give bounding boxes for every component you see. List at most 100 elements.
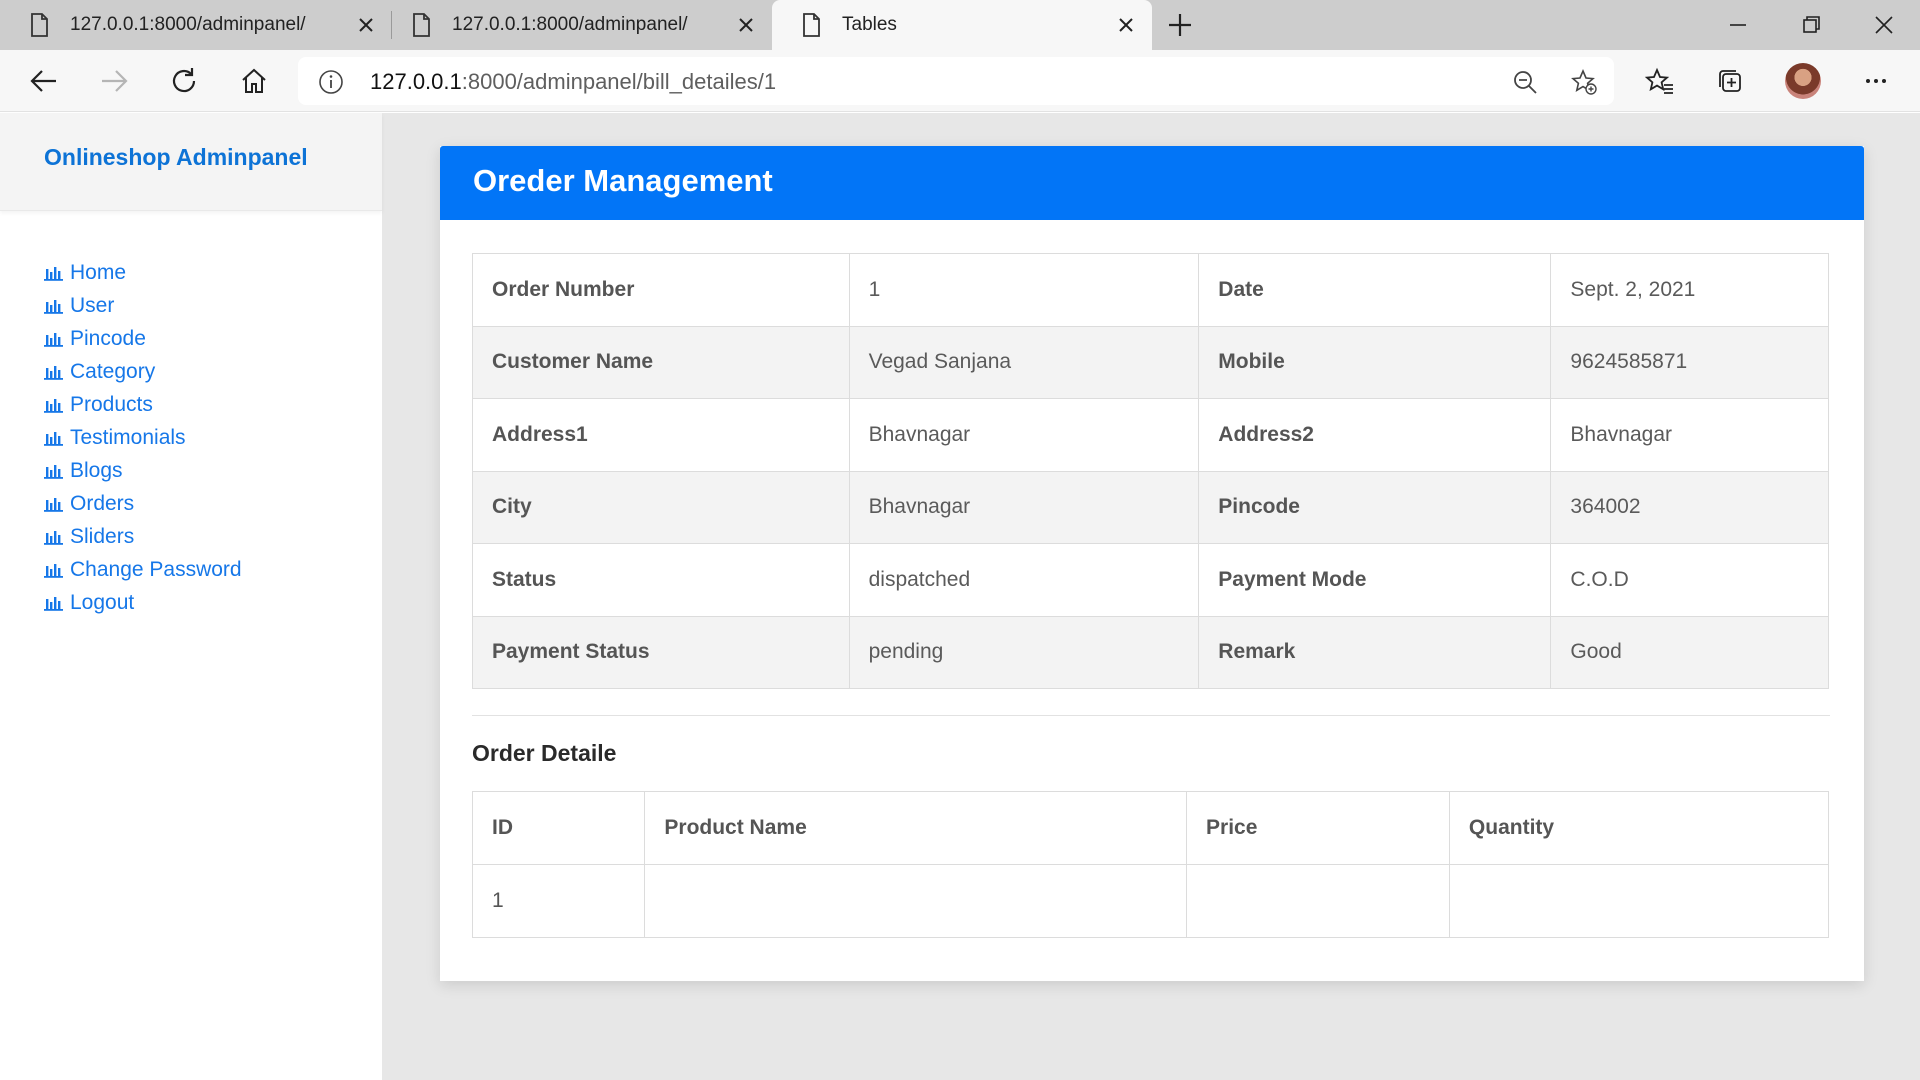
add-favorite-icon[interactable] [1570, 68, 1598, 96]
field-label: Payment Status [472, 615, 850, 689]
minimize-icon[interactable] [1724, 11, 1752, 39]
field-label: Date [1198, 253, 1552, 327]
bar-chart-icon [44, 266, 63, 281]
field-label: Remark [1198, 615, 1552, 689]
sidebar-item-label: Blogs [70, 458, 123, 482]
table-header-row: ID Product Name Price Quantity [471, 791, 1830, 865]
bar-chart-icon [44, 497, 63, 512]
order-card: Oreder Management Order Number 1 Date Sept.… [440, 146, 1864, 981]
field-value: Vegad Sanjana [848, 325, 1200, 399]
close-window-icon[interactable] [1870, 11, 1898, 39]
field-label: Pincode [1198, 470, 1552, 544]
field-value: 1 [848, 253, 1200, 327]
browser-tab-1[interactable]: 127.0.0.1:8000/adminpanel/ [0, 0, 390, 50]
page-title: Oreder Management [473, 163, 773, 198]
sidebar-item-category[interactable]: Category [44, 355, 382, 388]
home-icon[interactable] [238, 65, 270, 97]
sidebar-item-label: Products [70, 392, 153, 416]
browser-tab-3[interactable]: Tables [772, 0, 1152, 50]
cell-product [644, 864, 1188, 938]
sidebar-item-label: Change Password [70, 557, 242, 581]
cell-id: 1 [471, 864, 646, 938]
bar-chart-icon [44, 464, 63, 479]
sidebar-item-label: Sliders [70, 524, 135, 548]
card-header: Oreder Management [440, 146, 1864, 220]
page-icon [803, 13, 820, 37]
field-value: 364002 [1550, 470, 1829, 544]
field-label: Mobile [1198, 325, 1552, 399]
order-info-table: Order Number 1 Date Sept. 2, 2021 Customer N… [472, 253, 1829, 689]
card-body: Order Number 1 Date Sept. 2, 2021 Customer N… [440, 220, 1864, 938]
field-value: Sept. 2, 2021 [1550, 253, 1829, 327]
bar-chart-icon [44, 596, 63, 611]
sidebar-item-blogs[interactable]: Blogs [44, 454, 382, 487]
table-row: 1 [471, 864, 1830, 938]
table-row: City Bhavnagar Pincode 364002 [472, 470, 1829, 544]
field-value: Bhavnagar [1550, 398, 1829, 472]
sidebar-item-pincode[interactable]: Pincode [44, 322, 382, 355]
sidebar-item-label: Testimonials [70, 425, 186, 449]
sidebar: Onlineshop Adminpanel Home User Pincode Cat… [0, 113, 382, 1080]
sidebar-item-logout[interactable]: Logout [44, 586, 382, 619]
field-value: Good [1550, 615, 1829, 689]
cell-qty [1448, 864, 1830, 938]
address-bar[interactable]: 127.0.0.1:8000/adminpanel/bill_detailes/… [298, 57, 1614, 105]
sidebar-item-sliders[interactable]: Sliders [44, 520, 382, 553]
sidebar-brand[interactable]: Onlineshop Adminpanel [0, 113, 382, 211]
sidebar-item-label: Category [70, 359, 156, 383]
new-tab-icon[interactable] [1166, 11, 1194, 39]
field-label: Address1 [472, 398, 850, 472]
page-icon [31, 13, 48, 37]
table-row: Status dispatched Payment Mode C.O.D [472, 543, 1829, 617]
url-host: 127.0.0.1 [370, 69, 462, 94]
sidebar-item-label: Orders [70, 491, 135, 515]
sidebar-item-label: Pincode [70, 326, 146, 350]
close-tab-icon[interactable] [1114, 13, 1138, 37]
forward-icon[interactable] [98, 65, 130, 97]
profile-avatar[interactable] [1785, 63, 1821, 99]
sidebar-item-label: Home [70, 260, 127, 284]
field-value: pending [848, 615, 1200, 689]
info-icon[interactable] [318, 69, 344, 95]
sidebar-item-products[interactable]: Products [44, 388, 382, 421]
sidebar-item-orders[interactable]: Orders [44, 487, 382, 520]
field-label: City [472, 470, 850, 544]
sidebar-item-home[interactable]: Home [44, 256, 382, 289]
field-label: Customer Name [472, 325, 850, 399]
close-tab-icon[interactable] [354, 13, 378, 37]
back-icon[interactable] [28, 65, 60, 97]
field-value: 9624585871 [1550, 325, 1829, 399]
sidebar-item-label: Logout [70, 590, 135, 614]
field-value: C.O.D [1550, 543, 1829, 617]
sidebar-item-change-password[interactable]: Change Password [44, 553, 382, 586]
sidebar-item-user[interactable]: User [44, 289, 382, 322]
bar-chart-icon [44, 530, 63, 545]
section-title: Order Detaile [472, 740, 617, 766]
zoom-out-icon[interactable] [1512, 69, 1538, 95]
field-value: Bhavnagar [848, 470, 1200, 544]
close-tab-icon[interactable] [734, 13, 758, 37]
column-header: Product Name [644, 791, 1188, 865]
collections-icon[interactable] [1714, 65, 1746, 97]
sidebar-item-testimonials[interactable]: Testimonials [44, 421, 382, 454]
page-icon [413, 13, 430, 37]
more-icon[interactable] [1860, 65, 1892, 97]
divider [472, 715, 1830, 716]
table-row: Order Number 1 Date Sept. 2, 2021 [472, 253, 1829, 327]
page-content: Onlineshop Adminpanel Home User Pincode Cat… [0, 113, 1920, 1080]
restore-icon[interactable] [1797, 11, 1825, 39]
field-label: Order Number [472, 253, 850, 327]
field-value: dispatched [848, 543, 1200, 617]
favorites-icon[interactable] [1644, 65, 1676, 97]
url-path: :8000/adminpanel/bill_detailes/1 [461, 69, 777, 94]
browser-tab-2[interactable]: 127.0.0.1:8000/adminpanel/ [380, 0, 770, 50]
order-items-table: ID Product Name Price Quantity 1 [471, 791, 1830, 938]
url-text[interactable]: 127.0.0.1:8000/adminpanel/bill_detailes/… [370, 69, 776, 95]
browser-tab-strip: 127.0.0.1:8000/adminpanel/ 127.0.0.1:800… [0, 0, 1920, 50]
refresh-icon[interactable] [168, 65, 200, 97]
bar-chart-icon [44, 365, 63, 380]
bar-chart-icon [44, 563, 63, 578]
sidebar-item-label: User [70, 293, 115, 317]
tab-title: Tables [842, 14, 897, 35]
bar-chart-icon [44, 332, 63, 347]
